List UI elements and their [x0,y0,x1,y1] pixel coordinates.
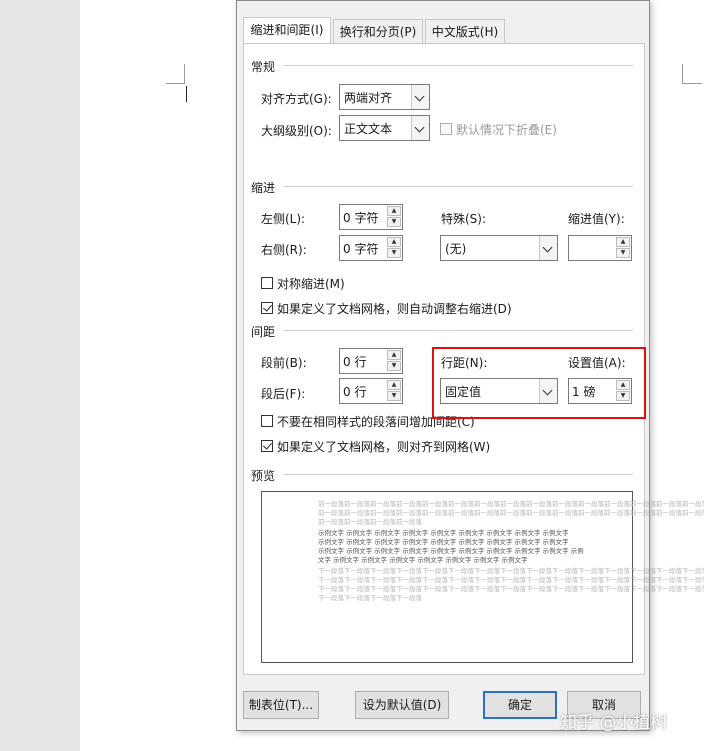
preview-sample-line: 示例文字 示例文字 示例文字 示例文字 示例文字 示例文字 示例文字 示例文字 … [318,538,569,546]
special-indent-value: (无) [445,242,467,256]
outline-level-value: 正文文本 [344,122,393,136]
collapse-label: 默认情况下折叠(E) [456,123,557,137]
indent-right-label: 右侧(R): [261,243,307,257]
corner-mark [682,64,683,84]
space-after-value: 0 行 [343,385,367,399]
collapse-checkbox[interactable] [440,123,452,135]
corner-mark [683,83,702,84]
tab-line-page-breaks[interactable]: 换行和分页(P) [333,19,423,43]
preview-next-line: 下一段落下一段落下一段落下一段落下一段落下一段落下一段落下一段落下一段落下一段落… [318,567,704,575]
indent-by-label: 缩进值(Y): [568,212,625,226]
indent-left-label: 左侧(L): [261,212,306,226]
spin-up-icon[interactable]: ▲ [387,350,401,360]
text-cursor [186,86,187,102]
spin-down-icon[interactable]: ▼ [387,361,401,371]
mirror-indents-label: 对称缩进(M) [277,277,345,291]
spin-up-icon[interactable]: ▲ [616,237,630,247]
mirror-indents-checkbox[interactable] [261,277,273,289]
special-indent-dropdown[interactable]: (无) [440,235,558,261]
spin-up-icon[interactable]: ▲ [387,206,401,216]
space-before-spinner[interactable]: 0 行 ▲ ▼ [339,348,403,374]
spin-down-icon[interactable]: ▼ [387,391,401,401]
chevron-down-icon[interactable] [411,116,429,140]
space-after-label: 段后(F): [261,387,306,401]
indent-left-spinner[interactable]: 0 字符 ▲ ▼ [339,204,403,230]
chevron-down-icon[interactable] [539,236,557,260]
divider [283,330,633,331]
auto-adjust-indent-checkbox[interactable] [261,302,273,314]
space-before-value: 0 行 [343,355,367,369]
spin-down-icon[interactable]: ▼ [616,248,630,258]
snap-to-grid-label: 如果定义了文档网格，则对齐到网格(W) [277,440,491,454]
chevron-down-icon[interactable] [411,85,429,109]
outline-level-dropdown[interactable]: 正文文本 [339,115,430,141]
indent-by-spinner[interactable]: ▲ ▼ [568,235,632,261]
tab-indent-spacing[interactable]: 缩进和间距(I) [243,17,331,44]
no-space-same-style-checkbox[interactable] [261,415,273,427]
indent-right-spinner[interactable]: 0 字符 ▲ ▼ [339,235,403,261]
preview-sample-line: 示例文字 示例文字 示例文字 示例文字 示例文字 示例文字 示例文字 示例文字 … [318,547,584,555]
tabs-button[interactable]: 制表位(T)... [243,691,319,719]
space-before-label: 段前(B): [261,356,307,370]
highlight-box [432,347,646,419]
preview-prev-line: 前一段落前一段落前一段落前一段落 [318,518,422,526]
preview-sample-line: 示例文字 示例文字 示例文字 示例文字 示例文字 示例文字 示例文字 示例文字 … [318,529,569,537]
preview-next-line: 下一段落下一段落下一段落下一段落下一段落下一段落下一段落下一段落下一段落下一段落… [318,585,704,593]
divider [283,474,633,475]
section-spacing-title: 间距 [251,325,276,339]
spin-up-icon[interactable]: ▲ [387,237,401,247]
alignment-dropdown[interactable]: 两端对齐 [339,84,430,110]
divider [283,65,633,66]
spin-down-icon[interactable]: ▼ [387,248,401,258]
paragraph-preview: 前一段落前一段落前一段落前一段落前一段落前一段落前一段落前一段落前一段落前一段落… [261,491,704,663]
set-default-button[interactable]: 设为默认值(D) [355,691,449,719]
preview-next-line: 下一段落下一段落下一段落下一段落下一段落下一段落下一段落下一段落下一段落下一段落… [318,576,704,584]
tab-asian-typography[interactable]: 中文版式(H) [425,19,505,43]
special-indent-label: 特殊(S): [441,212,487,226]
preview-prev-line: 前一段落前一段落前一段落前一段落前一段落前一段落前一段落前一段落前一段落前一段落… [318,509,704,517]
section-indent-title: 缩进 [251,181,276,195]
snap-to-grid-checkbox[interactable] [261,440,273,452]
space-after-spinner[interactable]: 0 行 ▲ ▼ [339,378,403,404]
outline-level-label: 大纲级别(O): [261,124,332,138]
divider [283,186,633,187]
corner-mark [166,83,185,84]
preview-next-line: 下一段落下一段落下一段落下一段落 [318,594,422,602]
alignment-value: 两端对齐 [344,91,393,105]
alignment-label: 对齐方式(G): [261,92,332,106]
section-general-title: 常规 [251,60,276,74]
spin-down-icon[interactable]: ▼ [387,217,401,227]
spin-up-icon[interactable]: ▲ [387,380,401,390]
auto-adjust-indent-label: 如果定义了文档网格，则自动调整右缩进(D) [277,302,512,316]
preview-sample-line: 文字 示例文字 示例文字 示例文字 示例文字 示例文字 示例文字 示例文字 [318,556,528,564]
indent-right-value: 0 字符 [343,242,379,256]
ok-button[interactable]: 确定 [483,691,557,719]
corner-mark [184,64,185,84]
preview-prev-line: 前一段落前一段落前一段落前一段落前一段落前一段落前一段落前一段落前一段落前一段落… [318,500,704,508]
indent-left-value: 0 字符 [343,211,379,225]
section-preview-title: 预览 [251,469,276,483]
watermark: 知乎 @小植树 [560,713,668,733]
